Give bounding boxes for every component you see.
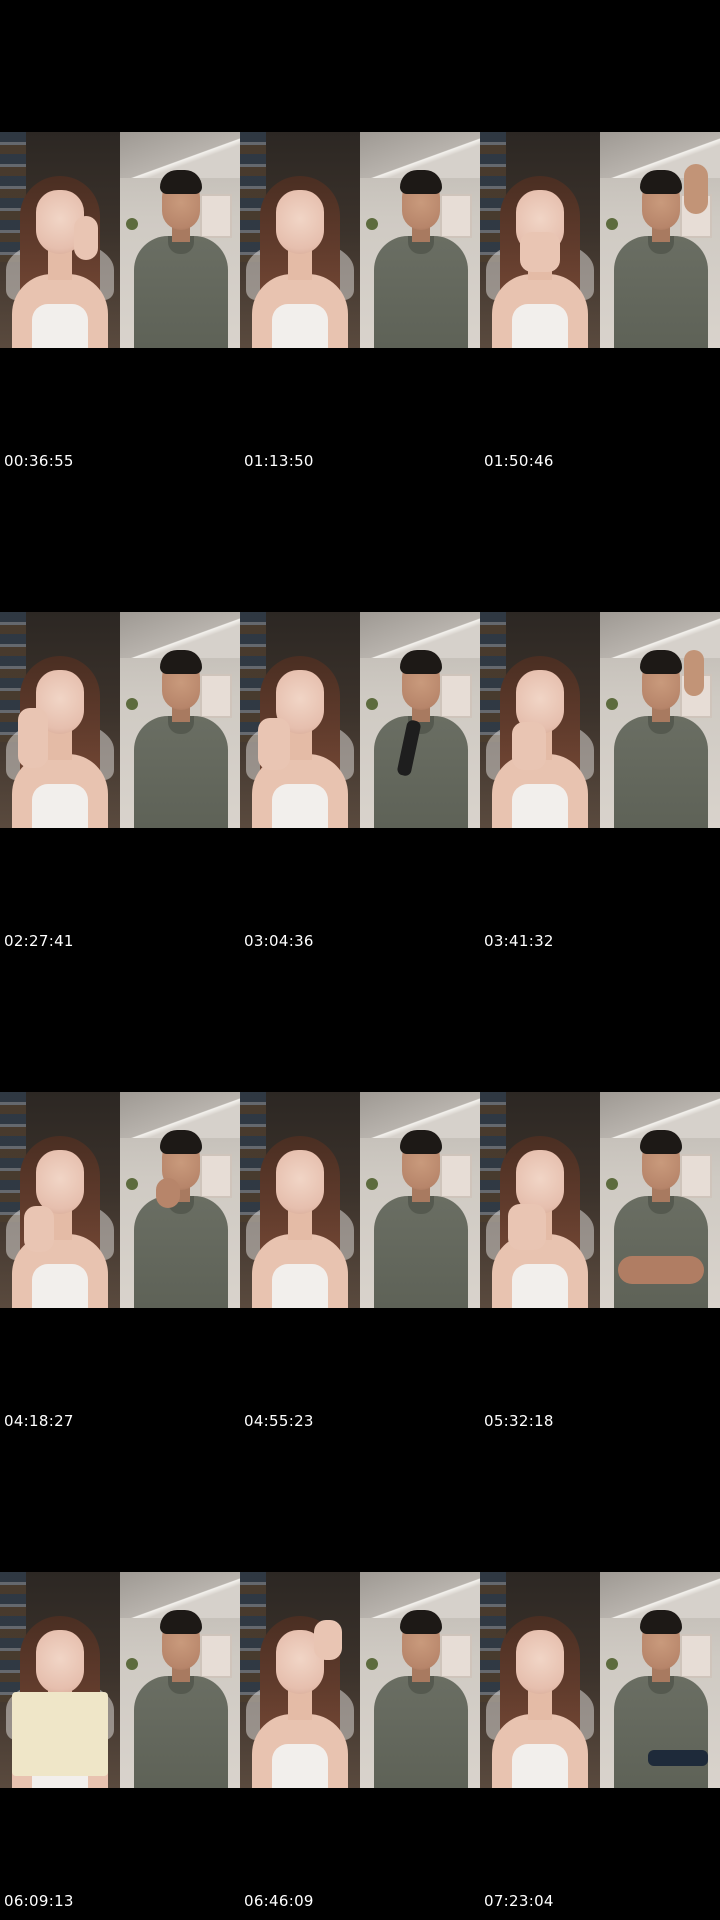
man-figure	[614, 164, 708, 348]
man-figure	[374, 170, 468, 348]
man-figure	[134, 650, 228, 828]
video-frame[interactable]	[0, 1572, 240, 1788]
right-video-pane	[360, 612, 480, 828]
woman-figure	[12, 176, 108, 348]
left-video-pane	[0, 1092, 120, 1308]
timestamp-label: 02:27:41	[4, 932, 74, 950]
right-video-pane	[360, 132, 480, 348]
video-frame[interactable]	[240, 1572, 480, 1788]
woman-figure	[492, 1136, 588, 1308]
left-video-pane	[480, 132, 600, 348]
video-frame[interactable]	[480, 612, 720, 828]
left-video-pane	[0, 132, 120, 348]
video-frame[interactable]	[480, 1572, 720, 1788]
man-figure	[374, 650, 468, 828]
left-video-pane	[240, 612, 360, 828]
timestamp-label: 06:09:13	[4, 1892, 74, 1910]
video-frame[interactable]	[0, 612, 240, 828]
timestamp-label: 07:23:04	[484, 1892, 554, 1910]
video-frame[interactable]	[0, 132, 240, 348]
video-frame[interactable]	[240, 1092, 480, 1308]
timestamp-label: 01:50:46	[484, 452, 554, 470]
thumbnail-cell[interactable]: 02:27:41	[0, 480, 240, 960]
right-video-pane	[360, 1572, 480, 1788]
woman-figure	[252, 1136, 348, 1308]
thumbnail-cell[interactable]: 04:18:27	[0, 960, 240, 1440]
left-video-pane	[480, 1092, 600, 1308]
timestamp-label: 04:18:27	[4, 1412, 74, 1430]
video-frame[interactable]	[240, 612, 480, 828]
video-frame[interactable]	[0, 1092, 240, 1308]
woman-figure	[252, 1616, 348, 1788]
timestamp-label: 06:46:09	[244, 1892, 314, 1910]
timestamp-label: 03:04:36	[244, 932, 314, 950]
video-frame[interactable]	[240, 132, 480, 348]
left-video-pane	[240, 132, 360, 348]
left-video-pane	[480, 1572, 600, 1788]
right-video-pane	[120, 132, 240, 348]
right-video-pane	[600, 612, 720, 828]
paper-sheet	[12, 1692, 108, 1776]
left-video-pane	[480, 612, 600, 828]
thumbnail-cell[interactable]: 03:41:32	[480, 480, 720, 960]
woman-figure	[12, 1616, 108, 1788]
left-video-pane	[0, 612, 120, 828]
thumbnail-cell[interactable]: 03:04:36	[240, 480, 480, 960]
thumbnail-cell[interactable]: 07:23:04	[480, 1440, 720, 1920]
thumbnail-cell[interactable]: 00:36:55	[0, 0, 240, 480]
right-video-pane	[120, 1092, 240, 1308]
thumbnail-cell[interactable]: 01:50:46	[480, 0, 720, 480]
woman-figure	[492, 1616, 588, 1788]
right-video-pane	[600, 1572, 720, 1788]
timestamp-label: 04:55:23	[244, 1412, 314, 1430]
woman-figure	[492, 656, 588, 828]
man-figure	[134, 1610, 228, 1788]
video-frame[interactable]	[480, 1092, 720, 1308]
woman-figure	[12, 1136, 108, 1308]
thumbnail-cell[interactable]: 04:55:23	[240, 960, 480, 1440]
timestamp-label: 01:13:50	[244, 452, 314, 470]
right-video-pane	[600, 1092, 720, 1308]
thumbnail-grid: 00:36:55 01:13:50 01:50:46 02:27:41 03:0…	[0, 0, 720, 1920]
timestamp-label: 05:32:18	[484, 1412, 554, 1430]
timestamp-label: 03:41:32	[484, 932, 554, 950]
thumbnail-cell[interactable]: 05:32:18	[480, 960, 720, 1440]
man-figure	[614, 650, 708, 828]
right-video-pane	[120, 612, 240, 828]
man-figure	[614, 1610, 708, 1788]
right-video-pane	[120, 1572, 240, 1788]
video-frame[interactable]	[480, 132, 720, 348]
thumbnail-cell[interactable]: 06:09:13	[0, 1440, 240, 1920]
woman-figure	[252, 656, 348, 828]
man-figure	[614, 1130, 708, 1308]
woman-figure	[492, 176, 588, 348]
left-video-pane	[240, 1092, 360, 1308]
right-video-pane	[600, 132, 720, 348]
man-figure	[374, 1130, 468, 1308]
woman-figure	[12, 656, 108, 828]
left-video-pane	[0, 1572, 120, 1788]
thumbnail-cell[interactable]: 06:46:09	[240, 1440, 480, 1920]
man-figure	[374, 1610, 468, 1788]
man-figure	[134, 1130, 228, 1308]
man-figure	[134, 170, 228, 348]
timestamp-label: 00:36:55	[4, 452, 74, 470]
woman-figure	[252, 176, 348, 348]
right-video-pane	[360, 1092, 480, 1308]
left-video-pane	[240, 1572, 360, 1788]
thumbnail-cell[interactable]: 01:13:50	[240, 0, 480, 480]
